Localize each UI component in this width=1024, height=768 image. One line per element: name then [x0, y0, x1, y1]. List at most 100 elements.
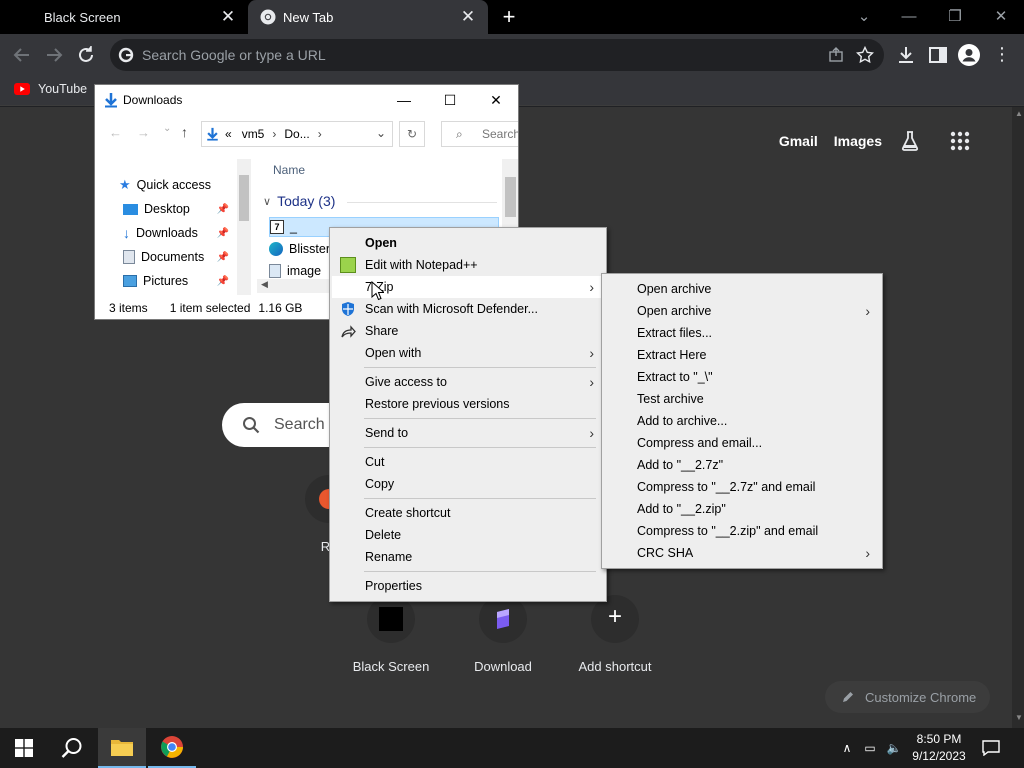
forward-icon[interactable]: →: [137, 125, 150, 140]
bookmark-star-icon[interactable]: [856, 46, 874, 64]
ntp-top-links: Gmail Images: [779, 129, 972, 153]
notification-center-icon[interactable]: [976, 728, 1006, 768]
address-bar[interactable]: « vm5 › Do... › ⌄: [201, 121, 393, 147]
maximize-icon[interactable]: ☐: [435, 89, 465, 111]
breadcrumb-downloads[interactable]: Do...: [284, 127, 309, 141]
zip-item-open-archive-submenu[interactable]: Open archive ›: [604, 300, 880, 322]
omnibox[interactable]: Search Google or type a URL: [110, 39, 884, 71]
scroll-thumb[interactable]: [505, 177, 516, 217]
7zip-submenu: Open archive Open archive › Extract file…: [601, 273, 883, 569]
menu-item-restore-versions[interactable]: Restore previous versions: [332, 393, 604, 415]
share-icon[interactable]: [828, 47, 844, 63]
nav-item-documents[interactable]: Documents 📌: [123, 247, 235, 267]
back-icon[interactable]: ←: [109, 125, 122, 140]
menu-kebab-icon[interactable]: ⋮: [990, 43, 1014, 67]
menu-item-properties[interactable]: Properties: [332, 575, 604, 597]
menu-item-delete[interactable]: Delete: [332, 524, 604, 546]
zip-item-extract-to[interactable]: Extract to "_\": [604, 366, 880, 388]
menu-item-share[interactable]: Share: [332, 320, 604, 342]
menu-item-edit-notepadpp[interactable]: Edit with Notepad++: [332, 254, 604, 276]
nav-item-pictures[interactable]: Pictures 📌: [123, 271, 235, 291]
tab-search-icon[interactable]: ⌄: [852, 5, 876, 29]
forward-icon[interactable]: [42, 43, 66, 67]
close-icon[interactable]: ✕: [220, 8, 236, 25]
breadcrumb-vm5[interactable]: vm5: [242, 127, 265, 141]
menu-item-give-access[interactable]: Give access to ›: [332, 371, 604, 393]
plus-icon: +: [607, 603, 622, 630]
bookmark-youtube[interactable]: YouTube: [14, 82, 87, 96]
close-icon[interactable]: ✕: [481, 89, 511, 111]
download-icon[interactable]: [894, 43, 918, 67]
shortcut-black-screen[interactable]: Black Screen: [336, 595, 446, 674]
recent-chevron-icon[interactable]: ⌄: [163, 123, 171, 134]
zip-item-open-archive[interactable]: Open archive: [604, 278, 880, 300]
menu-item-create-shortcut[interactable]: Create shortcut: [332, 502, 604, 524]
tray-clock[interactable]: 8:50 PM 9/12/2023: [908, 731, 970, 765]
close-icon[interactable]: ✕: [460, 8, 476, 25]
zip-item-crc-sha[interactable]: CRC SHA ›: [604, 542, 880, 564]
taskbar-chrome[interactable]: [148, 728, 196, 768]
network-icon[interactable]: ▭: [860, 728, 880, 768]
page-scrollbar[interactable]: ▲ ▼: [1012, 107, 1024, 728]
menu-item-defender-scan[interactable]: Scan with Microsoft Defender...: [332, 298, 604, 320]
reload-icon[interactable]: [74, 43, 98, 67]
tray-overflow-chevron-icon[interactable]: ∧: [838, 728, 856, 768]
breadcrumb-prefix: «: [225, 127, 232, 141]
zip-item-add-to-zip[interactable]: Add to "__2.zip": [604, 498, 880, 520]
scroll-left-arrow-icon[interactable]: ◀: [261, 279, 268, 290]
submenu-arrow-icon: ›: [865, 303, 870, 319]
zip-item-extract-here[interactable]: Extract Here: [604, 344, 880, 366]
tab-black-screen[interactable]: Black Screen ✕: [0, 0, 248, 34]
new-tab-button[interactable]: +: [498, 6, 520, 28]
group-divider: [347, 202, 497, 203]
restore-icon[interactable]: ❐: [943, 5, 967, 29]
profile-avatar-icon[interactable]: [957, 43, 981, 67]
images-link[interactable]: Images: [834, 133, 882, 149]
zip-item-compress-7z-email[interactable]: Compress to "__2.7z" and email: [604, 476, 880, 498]
column-header-name[interactable]: Name: [273, 163, 305, 177]
close-window-icon[interactable]: ✕: [989, 5, 1013, 29]
nav-pane-scrollbar[interactable]: [237, 159, 251, 295]
menu-item-copy[interactable]: Copy: [332, 473, 604, 495]
nav-item-desktop[interactable]: Desktop 📌: [123, 199, 235, 219]
zip-item-add-to-archive[interactable]: Add to archive...: [604, 410, 880, 432]
minimize-icon[interactable]: —: [897, 5, 921, 29]
nav-item-downloads[interactable]: ↓ Downloads 📌: [123, 223, 235, 243]
taskbar-search-button[interactable]: [48, 728, 96, 768]
shortcut-add[interactable]: + Add shortcut: [560, 595, 670, 674]
gmail-link[interactable]: Gmail: [779, 133, 818, 149]
scroll-thumb[interactable]: [239, 175, 249, 221]
zip-item-add-to-7z[interactable]: Add to "__2.7z": [604, 454, 880, 476]
explorer-search-input[interactable]: ⌕ Search: [441, 121, 518, 147]
labs-flask-icon[interactable]: [898, 129, 922, 153]
start-button[interactable]: [0, 728, 48, 768]
chrome-icon: [260, 9, 276, 25]
taskbar-file-explorer[interactable]: [98, 728, 146, 768]
menu-item-cut[interactable]: Cut: [332, 451, 604, 473]
apps-grid-icon[interactable]: [948, 129, 972, 153]
shortcut-download[interactable]: Download: [448, 595, 558, 674]
tab-new-tab[interactable]: New Tab ✕: [248, 0, 488, 34]
download-icon: ↓: [123, 225, 130, 241]
menu-item-send-to[interactable]: Send to ›: [332, 422, 604, 444]
scroll-down-arrow-icon[interactable]: ▼: [1015, 713, 1023, 722]
zip-item-extract-files[interactable]: Extract files...: [604, 322, 880, 344]
explorer-titlebar[interactable]: Downloads — ☐ ✕: [95, 85, 518, 115]
zip-item-compress-email[interactable]: Compress and email...: [604, 432, 880, 454]
customize-chrome-button[interactable]: Customize Chrome: [825, 681, 990, 713]
scroll-up-arrow-icon[interactable]: ▲: [1015, 109, 1023, 118]
menu-item-open[interactable]: Open: [332, 232, 604, 254]
zip-item-compress-zip-email[interactable]: Compress to "__2.zip" and email: [604, 520, 880, 542]
refresh-icon[interactable]: ↻: [399, 121, 425, 147]
group-header[interactable]: ∨ Today (3): [263, 193, 335, 209]
menu-item-rename[interactable]: Rename: [332, 546, 604, 568]
volume-muted-icon[interactable]: 🔈: [884, 728, 904, 768]
nav-item-quick-access[interactable]: ★ Quick access: [119, 175, 211, 195]
address-dropdown-icon[interactable]: ⌄: [376, 126, 386, 140]
back-icon[interactable]: [10, 43, 34, 67]
side-panel-icon[interactable]: [926, 43, 950, 67]
menu-item-open-with[interactable]: Open with ›: [332, 342, 604, 364]
up-arrow-icon[interactable]: ↑: [181, 124, 188, 140]
zip-item-test-archive[interactable]: Test archive: [604, 388, 880, 410]
minimize-icon[interactable]: —: [389, 89, 419, 111]
